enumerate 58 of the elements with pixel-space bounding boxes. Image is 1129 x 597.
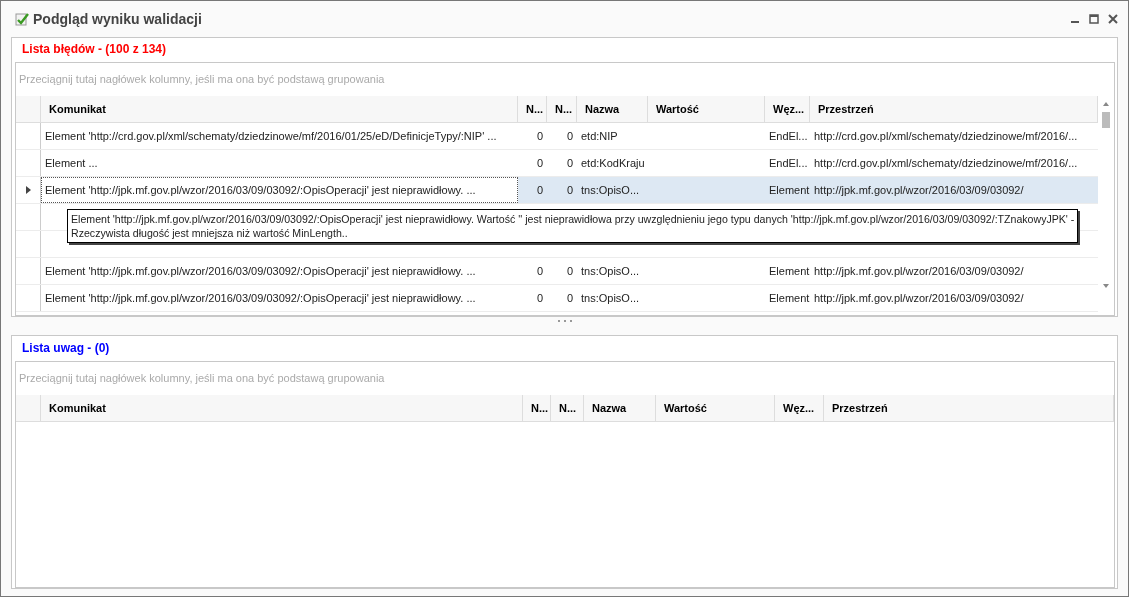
table-cell-text: Element 'http://jpk.mf.gov.pl/wzor/2016/03/09/03092/:OpisOperacji' jest nieprawidłowy. ... [44, 291, 477, 306]
table-cell: Element 'http://jpk.mf.gov.pl/wzor/2016/03/09/03092/:OpisOperacji' jest nieprawidłowy. ... [41, 177, 518, 203]
splitter-handle-icon[interactable] [557, 320, 572, 323]
table-cell-text: tns:OpisO... [580, 291, 641, 306]
table-cell-text: 0 [565, 129, 574, 144]
table-cell-text: http://jpk.mf.gov.pl/wzor/2016/03/09/03092/ [813, 291, 1025, 306]
table-row[interactable]: Element 'http://jpk.mf.gov.pl/wzor/2016/03/09/03092/:OpisOperacji' jest nieprawidłowy. ... 0 0 tns:OpisO... Element http://jpk.mf.gov.pl/wzor/2016/03/09/03092/ [16, 177, 1098, 204]
table-row[interactable]: Element 'http://jpk.mf.gov.pl/wzor/2016/03/09/03092/:OpisOperacji' jest nieprawidłowy. ... 0 0 tns:OpisO... Element http://jpk.mf.gov.pl/wzor/2016/03/09/03092/ [16, 285, 1098, 312]
table-cell-text: 0 [565, 264, 574, 279]
column-header[interactable]: Węz... [765, 96, 810, 122]
table-cell-text: 0 [565, 291, 574, 306]
table-cell-text: etd:KodKraju [580, 156, 646, 171]
table-cell-text: http://jpk.mf.gov.pl/wzor/2016/03/09/03092/ [813, 264, 1025, 279]
table-cell-text: 0 [535, 264, 544, 279]
column-header[interactable]: Nazwa [577, 96, 648, 122]
column-header[interactable]: Przestrzeń [810, 96, 1098, 122]
column-header[interactable]: Nazwa [584, 395, 656, 421]
list-title: Lista błędów - (100 z 134) [21, 41, 168, 58]
table-cell-text: EndEl... [768, 129, 809, 144]
table-row[interactable]: Element 'http://crd.gov.pl/xml/schematy/dziedzinowe/mf/2016/01/25/eD/DefinicjeTypy/:NIP' ... 0 0 etd:NIP EndEl... http://crd.gov.pl/xml/schematy/dziedzinowe/mf/2016/... [16, 123, 1098, 150]
table-cell: 0 [518, 177, 547, 203]
column-header[interactable]: Węz... [775, 395, 824, 421]
table-cell-text: http://crd.gov.pl/xml/schematy/dziedzinowe/mf/2016/... [813, 156, 1079, 171]
table-cell-text: EndEl... [768, 156, 809, 171]
list-title: Lista uwag - (0) [21, 340, 111, 357]
table-cell-text: tns:OpisO... [580, 264, 641, 279]
column-header[interactable]: Wartość [648, 96, 765, 122]
table-cell: 0 [547, 177, 577, 203]
column-header[interactable]: Wartość [656, 395, 775, 421]
table-cell-text: Element ... [44, 156, 99, 171]
scrollbar-drawing[interactable] [1102, 102, 1110, 288]
column-header[interactable]: Komunikat [41, 96, 518, 122]
column-header[interactable]: N... [551, 395, 584, 421]
table-cell-text: http://crd.gov.pl/xml/schematy/dziedzinowe/mf/2016/... [813, 129, 1079, 144]
column-header[interactable]: N... [547, 96, 577, 122]
table-cell-text: etd:NIP [580, 129, 619, 144]
column-header[interactable]: Komunikat [41, 395, 523, 421]
table-cell-text: 0 [535, 129, 544, 144]
window-title: Podgląd wyniku walidacji [33, 11, 202, 27]
table-row[interactable]: Element 'http://jpk.mf.gov.pl/wzor/2016/03/09/03092/:OpisOperacji' jest nieprawidłowy. ... 0 0 tns:OpisO... Element http://jpk.mf.gov.pl/wzor/2016/03/09/03092/ [16, 258, 1098, 285]
checkmark-icon [15, 12, 29, 26]
column-header[interactable]: N... [518, 96, 547, 122]
table-cell-text: Element 'http://jpk.mf.gov.pl/wzor/2016/03/09/03092/:OpisOperacji' jest nieprawidłowy. ... [44, 264, 477, 279]
row-pointer-icon [25, 186, 31, 194]
table-cell-text: 0 [535, 291, 544, 306]
column-header[interactable]: Przestrzeń [824, 395, 1114, 421]
table-cell: http://jpk.mf.gov.pl/wzor/2016/03/09/03092/ [810, 177, 1098, 203]
table-cell: Element [765, 177, 810, 203]
table-cell: tns:OpisO... [577, 177, 648, 203]
table-cell-text: Element 'http://crd.gov.pl/xml/schematy/dziedzinowe/mf/2016/01/25/eD/DefinicjeTypy/:NIP' ... [44, 129, 498, 144]
table-cell-text: 0 [535, 156, 544, 171]
table-cell-text: 0 [565, 156, 574, 171]
close-icon[interactable] [1108, 14, 1118, 24]
table-cell-text: Element [768, 291, 810, 306]
column-header[interactable]: N... [523, 395, 551, 421]
tooltip: Element 'http://jpk.mf.gov.pl/wzor/2016/03/09/03092/:OpisOperacji' jest nieprawidłowy. Wartość '' jest nieprawidłowa przy uwzględnieniu jego typu danych 'http://jpk.mf.gov.pl/wzor/2016/03/09/03092/:TZnakowyJPK' - Rzeczywista długość jest mniejsza niż wartość MinLength.. [67, 209, 1079, 243]
maximize-icon[interactable] [1089, 14, 1099, 24]
table-cell-text: Element [768, 264, 810, 279]
